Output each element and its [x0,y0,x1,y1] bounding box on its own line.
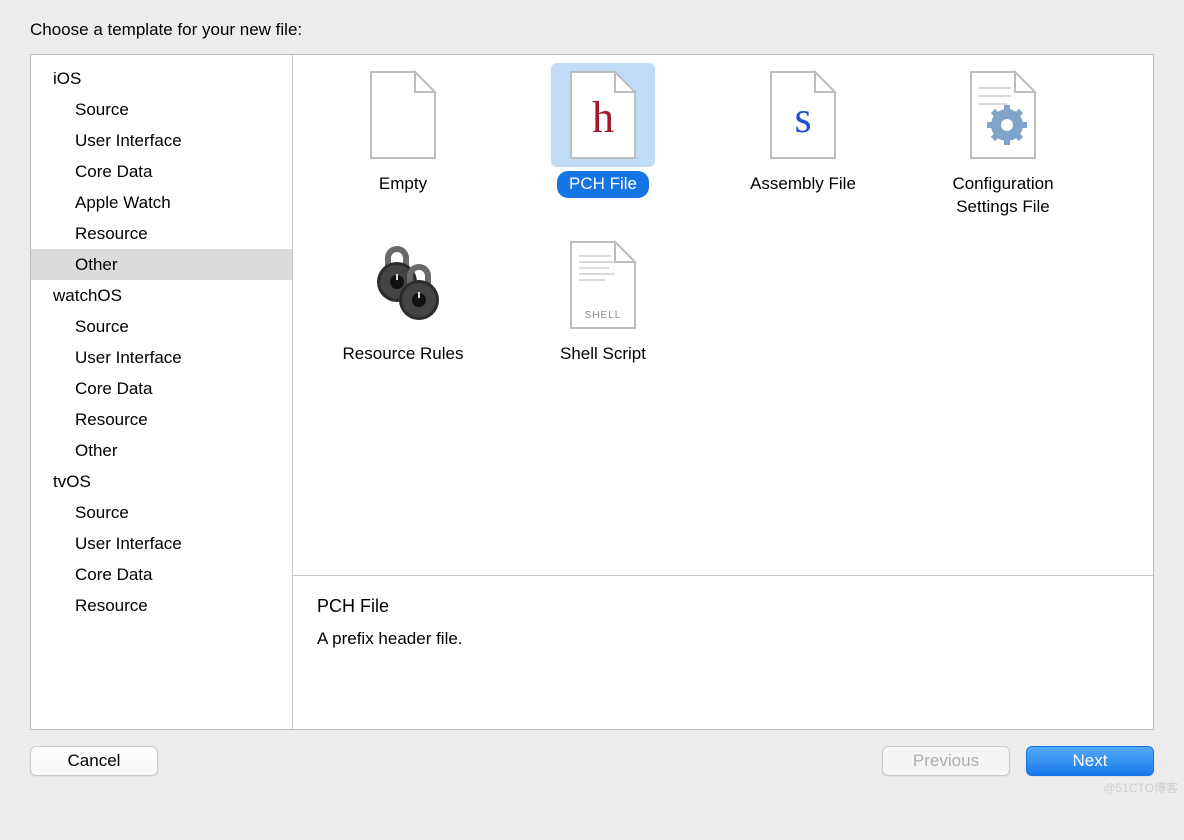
shell-script-icon: SHELL [551,233,655,337]
config-file-icon [951,63,1055,167]
dialog-title: Choose a template for your new file: [30,20,1154,54]
template-description-panel: PCH File A prefix header file. [293,575,1153,729]
sidebar-item-tvos-source[interactable]: Source [31,497,292,528]
sidebar-item-tvos-core-data[interactable]: Core Data [31,559,292,590]
template-assembly-file[interactable]: s Assembly File [703,55,903,225]
dialog-footer: Cancel Previous Next [30,730,1154,776]
template-pch-file[interactable]: h PCH File [503,55,703,225]
template-label: Assembly File [738,171,868,198]
template-empty[interactable]: Empty [303,55,503,225]
sidebar-item-ios-other[interactable]: Other [31,249,292,280]
cancel-button[interactable]: Cancel [30,746,158,776]
watermark: @51CTO博客 [1103,779,1178,796]
sidebar-item-ios-resource[interactable]: Resource [31,218,292,249]
svg-text:h: h [592,93,614,142]
previous-button: Previous [882,746,1010,776]
main-panel: iOS Source User Interface Core Data Appl… [30,54,1154,730]
description-title: PCH File [317,596,1129,617]
template-resource-rules[interactable]: Resource Rules [303,225,503,395]
sidebar-header-ios[interactable]: iOS [31,63,292,94]
sidebar-item-watchos-other[interactable]: Other [31,435,292,466]
category-sidebar: iOS Source User Interface Core Data Appl… [31,55,293,729]
empty-file-icon [351,63,455,167]
assembly-file-icon: s [751,63,855,167]
sidebar-item-ios-source[interactable]: Source [31,94,292,125]
template-label: Configuration Settings File [913,171,1093,221]
description-body: A prefix header file. [317,629,1129,649]
template-configuration-settings-file[interactable]: Configuration Settings File [903,55,1103,225]
template-label: Resource Rules [331,341,476,368]
sidebar-item-ios-user-interface[interactable]: User Interface [31,125,292,156]
pch-file-icon: h [551,63,655,167]
new-file-template-dialog: Choose a template for your new file: iOS… [0,0,1184,840]
sidebar-header-tvos[interactable]: tvOS [31,466,292,497]
template-grid: Empty h PCH File [293,55,1153,575]
sidebar-item-ios-core-data[interactable]: Core Data [31,156,292,187]
template-content-area: Empty h PCH File [293,55,1153,729]
template-label: Empty [367,171,439,198]
next-button[interactable]: Next [1026,746,1154,776]
svg-text:SHELL: SHELL [585,310,622,321]
template-label: Shell Script [548,341,658,368]
sidebar-item-watchos-core-data[interactable]: Core Data [31,373,292,404]
sidebar-item-watchos-resource[interactable]: Resource [31,404,292,435]
sidebar-item-tvos-resource[interactable]: Resource [31,590,292,621]
sidebar-item-ios-apple-watch[interactable]: Apple Watch [31,187,292,218]
sidebar-item-watchos-source[interactable]: Source [31,311,292,342]
svg-text:s: s [794,93,811,142]
sidebar-item-tvos-user-interface[interactable]: User Interface [31,528,292,559]
sidebar-header-watchos[interactable]: watchOS [31,280,292,311]
resource-rules-icon [351,233,455,337]
template-shell-script[interactable]: SHELL Shell Script [503,225,703,395]
template-label: PCH File [557,171,649,198]
sidebar-item-watchos-user-interface[interactable]: User Interface [31,342,292,373]
